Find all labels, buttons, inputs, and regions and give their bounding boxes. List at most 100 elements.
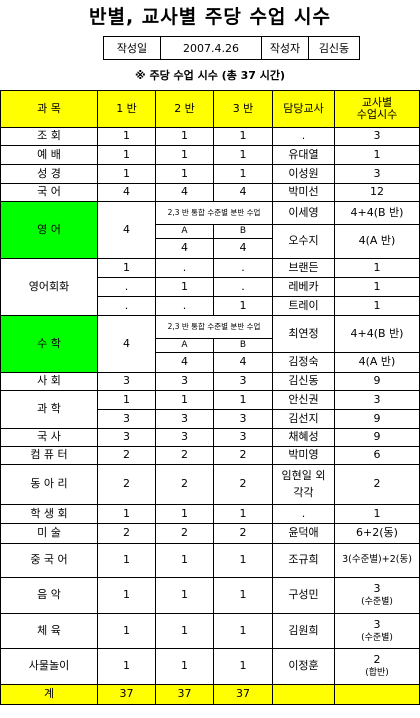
teacher-cell: 윤덕애 — [272, 523, 335, 544]
teacher-cell: 임현일 외 각각 — [272, 464, 335, 505]
class1-cell: 1 — [97, 258, 156, 278]
class3-cell: 2 — [213, 446, 273, 465]
hours-cell: 3 — [334, 127, 420, 146]
subject-cell: 조 회 — [0, 127, 98, 146]
table-row: 사 회 3 3 3 김신동 9 — [0, 372, 420, 391]
table-row-conversation: 영어회화 1 . . 브랜든 1 — [0, 258, 420, 316]
class2-cell: 1 — [155, 613, 214, 649]
class2-cell: 2 — [155, 446, 214, 465]
subject-cell: 사 회 — [0, 372, 98, 391]
group-a-label: A — [155, 224, 214, 239]
table-row: 동 아 리 2 2 2 임현일 외 각각 2 — [0, 464, 420, 505]
subject-cell: 예 배 — [0, 145, 98, 165]
class1-cell: 1 — [97, 164, 156, 184]
class2-cell: 3 — [155, 428, 214, 447]
table-row: 성 경 1 1 1 이성원 3 — [0, 164, 420, 184]
class2-cell: 4 — [155, 183, 214, 202]
table-row: 예 배 1 1 1 유대열 1 — [0, 145, 420, 165]
class3-cell: 1 — [213, 127, 273, 146]
class3-cell: 3 — [213, 409, 273, 429]
subject-cell: 국 사 — [0, 428, 98, 447]
teacher-cell: 오수지 — [272, 224, 335, 259]
subject-cell: 체 육 — [0, 613, 98, 649]
teacher-cell: 최연정 — [272, 315, 335, 353]
table-row: 컴 퓨 터 2 2 2 박미영 6 — [0, 446, 420, 465]
teacher-cell: 트레이 — [272, 296, 335, 316]
hours-cell: 3(수준별)+2(동) — [334, 543, 420, 578]
class1-cell: 2 — [97, 464, 156, 505]
table-row: 음 악 1 1 1 구성민 3 (수준별) — [0, 577, 420, 614]
subject-cell: 영 어 — [0, 201, 98, 259]
hours-cell: 3 (수준별) — [334, 613, 420, 649]
total-class1: 37 — [97, 684, 156, 705]
class2-cell: 1 — [155, 577, 214, 614]
class1-cell: 4 — [97, 201, 156, 259]
date-label: 작성일 — [103, 36, 161, 60]
teacher-cell: 김정숙 — [272, 352, 335, 373]
class1-cell: 3 — [97, 428, 156, 447]
total-teacher — [272, 684, 335, 705]
teacher-cell: 박미선 — [272, 183, 335, 202]
hours-note: (수준별) — [361, 597, 393, 608]
table-row: 학 생 회 1 1 1 . 1 — [0, 504, 420, 524]
hours-cell: 9 — [334, 428, 420, 447]
subject-cell: 컴 퓨 터 — [0, 446, 98, 465]
header-hours: 교사별 수업시수 — [334, 90, 420, 128]
date-value: 2007.4.26 — [160, 36, 262, 60]
class2-cell: 2 — [155, 464, 214, 505]
teacher-cell: 박미영 — [272, 446, 335, 465]
group-b-label: B — [213, 338, 273, 353]
group-a-label: A — [155, 338, 214, 353]
class1-cell: 1 — [97, 145, 156, 165]
table-row: 체 육 1 1 1 김원희 3 (수준별) — [0, 613, 420, 649]
class2-cell: 1 — [155, 648, 214, 685]
header-row: 과 목 1 반 2 반 3 반 담당교사 교사별 수업시수 — [0, 90, 420, 128]
class1-cell: 1 — [97, 648, 156, 685]
teacher-cell: 이성원 — [272, 164, 335, 184]
class3-cell: 1 — [213, 145, 273, 165]
hours-cell: 1 — [334, 145, 420, 165]
hours-cell: 9 — [334, 409, 420, 429]
hours-value: 2 — [373, 653, 381, 666]
meta-table: 작성일 2007.4.26 작성자 김신동 — [103, 36, 360, 60]
subject-cell: 음 악 — [0, 577, 98, 614]
group-a-value: 4 — [155, 238, 214, 259]
subject-cell: 과 학 — [0, 390, 98, 429]
total-hours — [334, 684, 420, 705]
class3-cell: 1 — [213, 577, 273, 614]
group-a-value: 4 — [155, 352, 214, 373]
table-row: 사물놀이 1 1 1 이정훈 2 (합반) — [0, 648, 420, 685]
subject-cell: 동 아 리 — [0, 464, 98, 505]
total-class2: 37 — [155, 684, 214, 705]
hours-cell: 4(A 반) — [334, 352, 420, 373]
table-row: 국 어 4 4 4 박미선 12 — [0, 183, 420, 202]
class3-cell: 1 — [213, 504, 273, 524]
group-b-label: B — [213, 224, 273, 239]
class1-cell: 4 — [97, 183, 156, 202]
class3-cell: . — [213, 277, 273, 297]
header-subject: 과 목 — [0, 90, 98, 128]
subject-cell: 수 학 — [0, 315, 98, 373]
subject-cell: 중 국 어 — [0, 543, 98, 578]
hours-cell: 6 — [334, 446, 420, 465]
teacher-cell: 브랜든 — [272, 258, 335, 278]
class3-cell: 4 — [213, 183, 273, 202]
class1-cell: 1 — [97, 577, 156, 614]
table-row: 중 국 어 1 1 1 조규희 3(수준별)+2(동) — [0, 543, 420, 578]
teacher-cell: 안신권 — [272, 390, 335, 410]
class1-cell: 1 — [97, 543, 156, 578]
class3-cell: 1 — [213, 543, 273, 578]
header-teacher: 담당교사 — [272, 90, 335, 128]
group-b-value: 4 — [213, 238, 273, 259]
hours-cell: 9 — [334, 372, 420, 391]
class3-cell: 1 — [213, 164, 273, 184]
total-row: 계 37 37 37 — [0, 684, 420, 705]
teacher-cell: 이세영 — [272, 201, 335, 225]
total-hours-note: ※ 주당 수업 시수 (총 37 시간) — [134, 69, 286, 82]
class2-cell: 1 — [155, 127, 214, 146]
merged-class-note: 2,3 반 통합 수준별 분반 수업 — [155, 201, 273, 225]
class2-cell: 1 — [155, 277, 214, 297]
hours-cell: 3 — [334, 164, 420, 184]
class3-cell: 3 — [213, 428, 273, 447]
class1-cell: 2 — [97, 446, 156, 465]
